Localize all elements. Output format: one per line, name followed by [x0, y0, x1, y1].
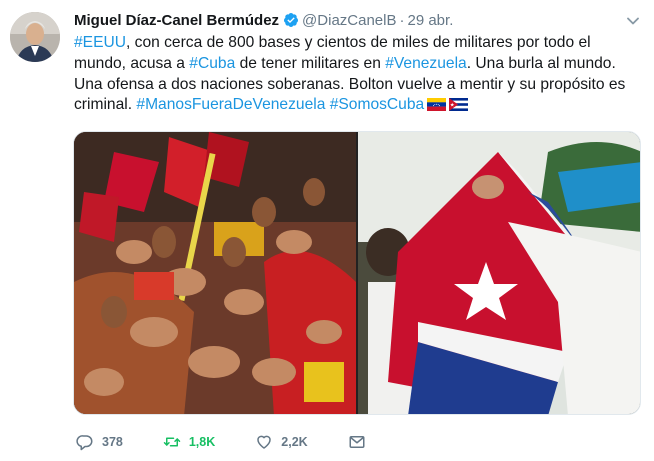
like-button[interactable]: 2,2K [255, 433, 308, 451]
hashtag-link[interactable]: #SomosCuba [330, 96, 424, 113]
retweet-button[interactable]: 1,8K [163, 433, 215, 451]
cuban-flag-photo[interactable] [358, 132, 641, 415]
hashtag-link[interactable]: #ManosFueraDeVenezuela [136, 96, 325, 113]
tweet-card[interactable]: Miguel Díaz-Canel Bermúdez @DiazCanelB · 29… [0, 0, 654, 461]
crowd-photo[interactable] [74, 132, 356, 415]
retweet-icon [163, 437, 181, 447]
venezuela-flag-icon [427, 98, 447, 112]
hashtag-link[interactable]: #Cuba [189, 55, 235, 72]
reply-button[interactable]: 378 [76, 433, 123, 451]
separator-dot: · [399, 12, 405, 29]
author-name[interactable]: Miguel Díaz-Canel Bermúdez [74, 12, 279, 29]
hashtag-link[interactable]: #EEUU [74, 34, 126, 51]
retweet-count: 1,8K [188, 435, 216, 449]
tweet-actions: 378 1,8K 2,2K [76, 430, 414, 454]
reply-icon [76, 435, 93, 451]
tweet-date[interactable]: 29 abr. [407, 12, 453, 29]
heart-icon [257, 435, 272, 449]
tweet-header: Miguel Díaz-Canel Bermúdez @DiazCanelB · 29… [74, 11, 614, 31]
tweet-media[interactable] [73, 131, 641, 415]
reply-count: 378 [102, 435, 123, 449]
cuba-flag-icon [449, 98, 469, 112]
author-handle[interactable]: @DiazCanelB [302, 12, 396, 29]
tweet-text-segments: #EEUU, con cerca de 800 bases y cientos … [74, 34, 625, 113]
tweet-text-segment: de tener militares en [235, 54, 386, 72]
chevron-down-icon[interactable] [626, 14, 640, 28]
avatar[interactable] [10, 12, 60, 62]
like-count: 2,2K [281, 435, 308, 449]
verified-badge-icon [284, 13, 299, 27]
hashtag-link[interactable]: #Venezuela [385, 55, 467, 72]
tweet-text: #EEUU, con cerca de 800 bases y cientos … [74, 33, 639, 116]
direct-message-button[interactable] [348, 433, 374, 451]
envelope-icon [349, 436, 365, 448]
